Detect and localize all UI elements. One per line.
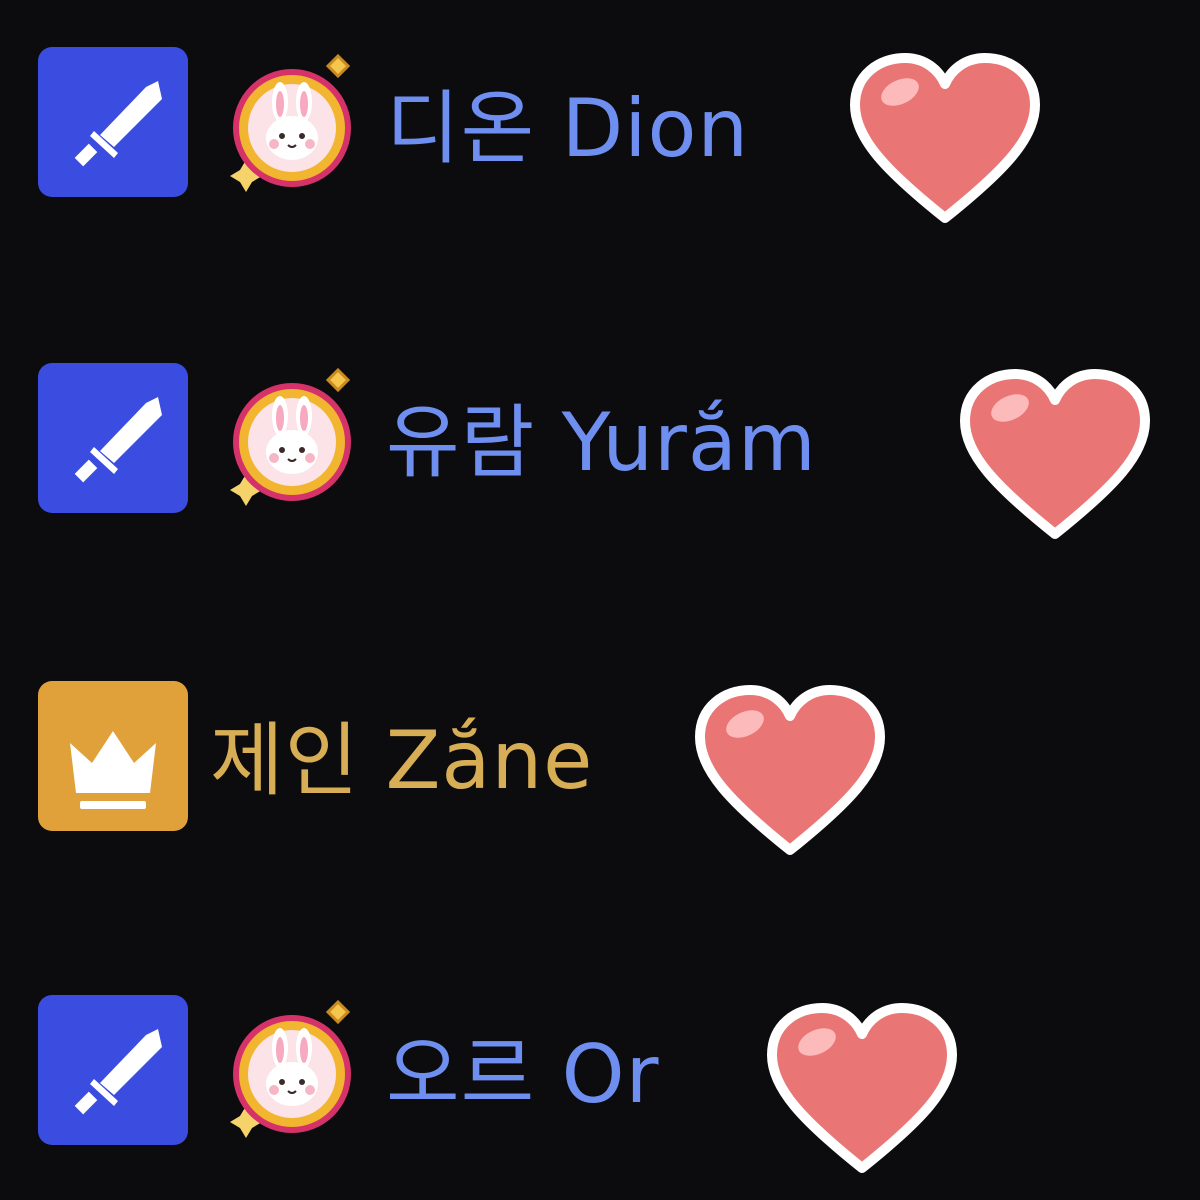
heart-icon[interactable] [762, 1000, 962, 1180]
member-name: 제인 Zắne [210, 714, 594, 807]
member-row-zane[interactable]: 제인 Zắne [0, 636, 1200, 855]
member-row-or[interactable]: 오르 Or [0, 950, 1200, 1173]
crown-icon [38, 681, 188, 831]
member-name: 오르 Or [386, 1028, 660, 1121]
sword-icon [38, 363, 188, 513]
sword-icon [38, 995, 188, 1145]
heart-icon[interactable] [690, 682, 890, 862]
bunny-badge-icon [210, 988, 370, 1148]
bunny-badge-icon [210, 356, 370, 516]
member-name: 디온 Dion [386, 82, 750, 175]
member-row-dion[interactable]: 디온 Dion [0, 0, 1200, 223]
member-row-yuram[interactable]: 유람 Yurắm [0, 318, 1200, 539]
heart-icon[interactable] [955, 366, 1155, 546]
sword-icon [38, 47, 188, 197]
bunny-badge-icon [210, 42, 370, 202]
heart-icon[interactable] [845, 50, 1045, 230]
member-name: 유람 Yurắm [386, 396, 817, 489]
